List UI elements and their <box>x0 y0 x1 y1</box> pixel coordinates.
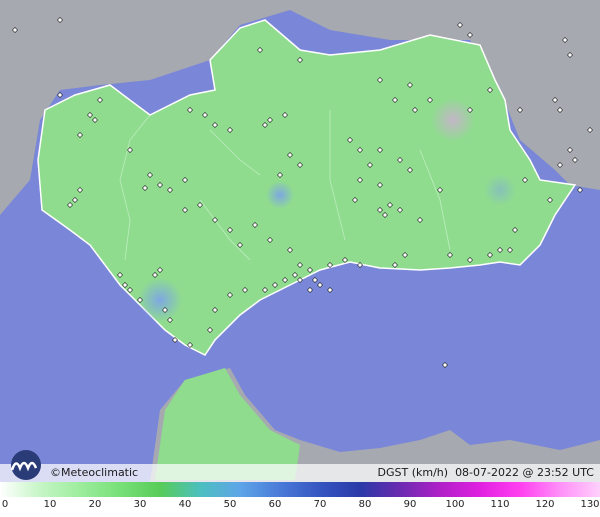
gust-spot <box>138 278 182 322</box>
info-bar: ©Meteoclimatic DGST (km/h) 08-07-2022 @ … <box>0 450 600 482</box>
map-stage: ©Meteoclimatic DGST (km/h) 08-07-2022 @ … <box>0 0 600 517</box>
color-scale-strip <box>0 482 600 497</box>
scale-tick-label: 0 <box>1 499 9 510</box>
scale-tick-label: 60 <box>268 499 282 510</box>
scale-tick-label: 20 <box>88 499 102 510</box>
wind-gust-map <box>0 0 600 482</box>
scale-tick-label: 110 <box>490 499 510 510</box>
color-scale: 0 10 20 30 40 50 60 70 80 90 100 110 120 130 <box>0 482 600 517</box>
calm-spot <box>431 98 475 142</box>
scale-tick-label: 120 <box>535 499 555 510</box>
variable-label: DGST (km/h) <box>377 466 449 479</box>
variable-and-time: DGST (km/h) 08-07-2022 @ 23:52 UTC <box>378 466 594 479</box>
scale-tick-label: 70 <box>313 499 327 510</box>
scale-tick-label: 80 <box>358 499 372 510</box>
credit-text: ©Meteoclimatic <box>50 466 139 479</box>
scale-tick-label: 10 <box>43 499 57 510</box>
timestamp: 08-07-2022 @ 23:52 UTC <box>455 466 594 479</box>
scale-tick-label: 130 <box>580 499 600 510</box>
gust-spot <box>266 181 294 209</box>
scale-tick-label: 90 <box>403 499 417 510</box>
scale-tick-label: 30 <box>133 499 147 510</box>
gust-spot <box>484 174 516 206</box>
scale-tick-label: 100 <box>445 499 465 510</box>
scale-tick-label: 40 <box>178 499 192 510</box>
meteoclimatic-logo-icon <box>6 450 46 483</box>
scale-tick-label: 50 <box>223 499 237 510</box>
